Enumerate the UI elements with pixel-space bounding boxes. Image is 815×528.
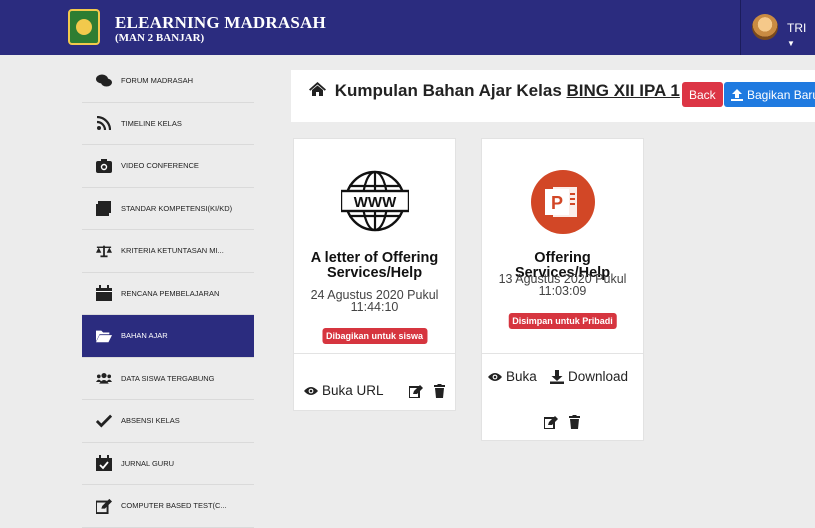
camera-icon [96, 158, 112, 174]
card-divider [482, 353, 643, 354]
eye-icon [304, 386, 318, 395]
page-title-text: Kumpulan Bahan Ajar Kelas [334, 81, 562, 100]
home-icon [309, 81, 326, 101]
sidebar-item-video-conference[interactable]: VIDEO CONFERENCE [82, 145, 254, 188]
trash-icon[interactable] [569, 415, 580, 434]
status-badge: Dibagikan untuk siswa [321, 328, 428, 344]
svg-text:WWW: WWW [353, 194, 396, 211]
edit-icon[interactable] [408, 385, 423, 403]
brand-subtitle: (MAN 2 BANJAR) [115, 32, 205, 44]
www-globe-icon[interactable]: WWW [339, 169, 410, 238]
sidebar-item-label: TIMELINE KELAS [121, 118, 182, 128]
sidebar-item-label: VIDEO CONFERENCE [121, 161, 199, 171]
share-new-label: Bagikan Baru [747, 87, 815, 102]
status-badge: Disimpan untuk Pribadi [508, 313, 617, 329]
calendar-check-icon [96, 455, 112, 472]
card-body: P Offering Services/Help 13 Agustus 2020… [482, 139, 643, 353]
sidebar-item-rencana-pembelajaran[interactable]: RENCANA PEMBELAJARAN [82, 273, 254, 315]
sidebar-item-data-siswa-tergabung[interactable]: DATA SISWA TERGABUNG [82, 358, 254, 400]
sidebar-item-timeline-kelas[interactable]: TIMELINE KELAS [82, 103, 254, 145]
download-icon [550, 369, 564, 384]
material-card: P Offering Services/Help 13 Agustus 2020… [481, 138, 644, 441]
comments-icon [96, 73, 112, 89]
sidebar-item-label: RENCANA PEMBELAJARAN [121, 288, 220, 298]
calendar-icon [96, 285, 112, 302]
sidebar: FORUM MADRASAH TIMELINE KELAS VIDEO CONF… [82, 60, 254, 528]
open-button[interactable]: Buka [488, 369, 537, 384]
sidebar-item-label: DATA SISWA TERGABUNG [121, 373, 215, 383]
edit-icon [96, 498, 112, 514]
download-button[interactable]: Download [550, 369, 628, 384]
folder-open-icon [96, 328, 112, 344]
sidebar-item-absensi-kelas[interactable]: ABSENSI KELAS [82, 400, 254, 443]
top-navbar: ELEARNING MADRASAH (MAN 2 BANJAR) TRI ▼ [0, 0, 815, 55]
sidebar-item-bahan-ajar[interactable]: BAHAN AJAR [82, 315, 254, 358]
card-date: 24 Agustus 2020 Pukul 11:44:10 [310, 288, 439, 314]
class-name-link[interactable]: BING XII IPA 1 [567, 81, 680, 100]
sidebar-item-label: FORUM MADRASAH [121, 76, 194, 86]
user-name: TRI [787, 21, 807, 35]
users-icon [96, 370, 112, 386]
madrasah-logo[interactable] [68, 9, 100, 45]
page-header: Kumpulan Bahan Ajar Kelas BING XII IPA 1… [291, 70, 815, 122]
open-url-button[interactable]: Buka URL [304, 383, 384, 398]
sidebar-item-label: STANDAR KOMPETENSI(KI/KD) [121, 203, 233, 213]
material-card: WWW A letter of Offering Services/Help 2… [293, 138, 456, 411]
check-icon [96, 413, 112, 429]
card-title: A letter of Offering Services/Help [310, 250, 439, 281]
edit-icon[interactable] [543, 416, 558, 434]
share-new-button[interactable]: Bagikan Baru [724, 82, 815, 107]
balance-scale-icon [96, 243, 112, 259]
open-label: Buka [506, 369, 537, 384]
book-icon [96, 200, 112, 217]
sidebar-item-label: ABSENSI KELAS [121, 416, 180, 426]
card-date: 13 Agustus 2020 Pukul 11:03:09 [498, 272, 627, 298]
back-button-label: Back [689, 87, 716, 102]
open-url-label: Buka URL [322, 383, 384, 398]
trash-icon[interactable] [434, 384, 445, 403]
back-button[interactable]: Back [682, 82, 723, 107]
card-divider [294, 353, 455, 354]
user-avatar[interactable] [752, 14, 778, 40]
sidebar-item-label: KRITERIA KETUNTASAN MI... [121, 246, 224, 256]
svg-text:P: P [550, 193, 562, 213]
sidebar-item-jurnal-guru[interactable]: JURNAL GURU [82, 443, 254, 485]
sidebar-item-label: JURNAL GURU [121, 458, 175, 468]
upload-icon [731, 88, 743, 101]
powerpoint-icon[interactable]: P [530, 169, 596, 240]
eye-icon [488, 372, 502, 381]
sidebar-item-computer-based-test[interactable]: COMPUTER BASED TEST(C... [82, 485, 254, 528]
rss-icon [96, 115, 112, 131]
download-label: Download [568, 369, 629, 384]
sidebar-item-standar-kompetensi[interactable]: STANDAR KOMPETENSI(KI/KD) [82, 188, 254, 230]
brand[interactable]: ELEARNING MADRASAH (MAN 2 BANJAR) [115, 14, 326, 45]
page-title: Kumpulan Bahan Ajar Kelas BING XII IPA 1 [309, 81, 680, 101]
sidebar-item-forum-madrasah[interactable]: FORUM MADRASAH [82, 60, 254, 103]
sidebar-item-kriteria-ketuntasan[interactable]: KRITERIA KETUNTASAN MI... [82, 230, 254, 273]
card-body: WWW A letter of Offering Services/Help 2… [294, 139, 455, 353]
brand-title: ELEARNING MADRASAH [115, 13, 326, 32]
sidebar-item-label: COMPUTER BASED TEST(C... [121, 501, 227, 511]
user-menu[interactable]: TRI ▼ [787, 21, 815, 49]
caret-down-icon: ▼ [787, 39, 795, 48]
sidebar-item-label: BAHAN AJAR [121, 331, 168, 341]
navbar-divider [740, 0, 741, 55]
